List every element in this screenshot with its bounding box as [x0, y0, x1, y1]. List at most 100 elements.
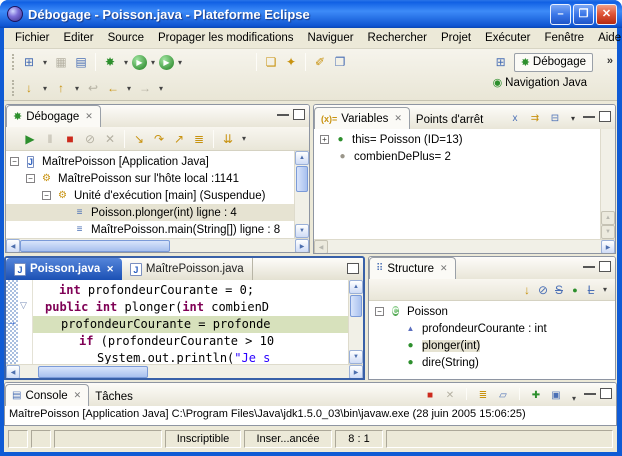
view-maximize-icon[interactable]: [293, 109, 305, 120]
console-output[interactable]: MaîtrePoisson [Application Java] C:\Prog…: [5, 406, 616, 425]
view-maximize-icon[interactable]: [599, 261, 611, 272]
tab-variables[interactable]: (x)= Variables ✕: [314, 107, 410, 129]
suspend-button[interactable]: ‖: [40, 129, 60, 149]
expander-icon[interactable]: −: [10, 157, 19, 166]
scroll-thumb[interactable]: [38, 366, 148, 378]
view-minimize-icon[interactable]: [277, 109, 289, 116]
editor-range-indicator[interactable]: →: [6, 280, 18, 364]
next-annotation-button[interactable]: ↓: [19, 78, 39, 98]
external-tools-button[interactable]: ▶: [159, 55, 174, 70]
code-line[interactable]: public int plonger(int combienD: [33, 299, 348, 316]
tree-row-class[interactable]: − C Poisson: [369, 303, 615, 320]
scroll-up-icon[interactable]: ▲: [601, 211, 615, 225]
close-icon[interactable]: ✕: [106, 264, 114, 275]
toolbar-grip[interactable]: [12, 80, 15, 96]
current-debug-line[interactable]: profondeurCourante = profonde: [33, 316, 348, 333]
scroll-down-icon[interactable]: ▼: [349, 350, 363, 364]
code-line[interactable]: if (profondeurCourante > 10: [33, 333, 348, 350]
debug-dropdown-icon[interactable]: ▾: [120, 52, 132, 72]
menu-executer[interactable]: Exécuter: [478, 30, 537, 46]
forward-dropdown-icon[interactable]: ▾: [155, 78, 167, 98]
close-icon[interactable]: ✕: [440, 263, 448, 274]
hide-local-types-button[interactable]: L: [583, 280, 599, 300]
open-perspective-button[interactable]: ⊞: [491, 52, 511, 72]
step-return-button[interactable]: ↗: [169, 129, 189, 149]
tree-row-launch[interactable]: − J MaîtrePoisson [Application Java]: [6, 153, 294, 170]
scroll-left-icon[interactable]: ◀: [6, 239, 20, 253]
view-minimize-icon[interactable]: [583, 111, 595, 118]
tab-console[interactable]: ▤ Console ✕: [5, 384, 89, 406]
remove-all-launches-button[interactable]: ✕: [442, 388, 458, 402]
variable-row-combiendeplus[interactable]: ● combienDePlus= 2: [314, 148, 600, 165]
scroll-up-icon[interactable]: ▲: [349, 280, 363, 294]
view-minimize-icon[interactable]: [583, 261, 595, 268]
perspective-java-nav-button[interactable]: ◉ Navigation Java: [487, 74, 593, 91]
scroll-right-icon[interactable]: ▶: [295, 239, 309, 253]
scroll-thumb[interactable]: [350, 295, 362, 317]
tree-row-stack-frame[interactable]: ≡ Poisson.plonger(int) ligne : 4: [6, 204, 294, 221]
expander-icon[interactable]: +: [320, 135, 329, 144]
open-task-button[interactable]: ❐: [330, 52, 350, 72]
close-button[interactable]: ✕: [596, 4, 617, 25]
drop-to-frame-button[interactable]: ⇊: [218, 129, 238, 149]
view-menu-icon[interactable]: ▾: [567, 111, 579, 125]
code-line[interactable]: int profondeurCourante = 0;: [33, 282, 348, 299]
mark-occurrences-button[interactable]: ✐: [310, 52, 330, 72]
scroll-lock-button[interactable]: ≣: [475, 388, 491, 402]
tree-row-method[interactable]: ● plonger(int): [369, 337, 615, 354]
editor-maximize-icon[interactable]: [347, 263, 359, 274]
run-button[interactable]: ▶: [132, 55, 147, 70]
step-filters-button[interactable]: ≣: [189, 129, 209, 149]
menu-editer[interactable]: Editer: [57, 30, 101, 46]
close-icon[interactable]: ✕: [85, 111, 93, 122]
close-icon[interactable]: ✕: [74, 390, 82, 401]
back-dropdown-icon[interactable]: ▾: [123, 78, 135, 98]
menu-naviguer[interactable]: Naviguer: [301, 30, 361, 46]
scroll-thumb[interactable]: [20, 240, 170, 252]
code-editor[interactable]: int profondeurCourante = 0; public int p…: [33, 280, 348, 364]
tree-row-stack-frame[interactable]: ≡ MaîtrePoisson.main(String[]) ligne : 8: [6, 221, 294, 238]
step-into-button[interactable]: ↘: [129, 129, 149, 149]
hide-fields-button[interactable]: ⊘: [535, 280, 551, 300]
tree-row-field[interactable]: ▲ profondeurCourante : int: [369, 320, 615, 337]
disconnect-button[interactable]: ⊘: [80, 129, 100, 149]
run-dropdown-icon[interactable]: ▾: [147, 52, 159, 72]
title-bar[interactable]: Débogage - Poisson.java - Plateforme Ecl…: [0, 0, 622, 28]
tree-row-thread[interactable]: − ⚙ Unité d'exécution [main] (Suspendue): [6, 187, 294, 204]
variable-row-this[interactable]: + ● this= Poisson (ID=13): [314, 131, 600, 148]
vertical-scrollbar[interactable]: ▲ ▼: [294, 151, 309, 238]
new-wizard-button[interactable]: ⊞: [19, 52, 39, 72]
editor-folding-gutter[interactable]: ▽: [18, 280, 33, 364]
menu-fenetre[interactable]: Fenêtre: [537, 30, 591, 46]
menu-source[interactable]: Source: [101, 30, 151, 46]
console-terminate-button[interactable]: ■: [422, 388, 438, 402]
tab-debug-view[interactable]: ✸ Débogage ✕: [6, 105, 101, 127]
show-type-names-button[interactable]: x: [507, 111, 523, 125]
open-type-button[interactable]: ❏: [261, 52, 281, 72]
tree-row-method[interactable]: ● dire(String): [369, 354, 615, 371]
tree-row-vm[interactable]: − ⚙ MaîtrePoisson sur l'hôte local :1141: [6, 170, 294, 187]
last-edit-location-button[interactable]: ↩: [83, 78, 103, 98]
view-minimize-icon[interactable]: [584, 388, 596, 395]
horizontal-scrollbar[interactable]: ◀ ▶: [314, 239, 615, 253]
tab-structure[interactable]: ⠿ Structure ✕: [369, 257, 456, 279]
debug-button[interactable]: ✸: [100, 52, 120, 72]
minimize-button[interactable]: –: [550, 4, 571, 25]
pin-console-button[interactable]: ✚: [528, 388, 544, 402]
scroll-left-icon[interactable]: ◀: [6, 365, 20, 379]
resume-button[interactable]: ▶: [20, 129, 40, 149]
fold-expanded-icon[interactable]: ▽: [20, 300, 27, 311]
print-button[interactable]: ▤: [71, 52, 91, 72]
expander-icon[interactable]: −: [26, 174, 35, 183]
scroll-left-icon[interactable]: ◀: [314, 240, 328, 254]
scroll-down-icon[interactable]: ▼: [295, 224, 309, 238]
previous-annotation-button[interactable]: ↑: [51, 78, 71, 98]
expander-icon[interactable]: −: [42, 191, 51, 200]
collapse-all-button[interactable]: ⊟: [547, 111, 563, 125]
tab-maitrepoisson-java[interactable]: J MaîtrePoisson.java: [122, 258, 253, 280]
menu-fichier[interactable]: Fichier: [8, 30, 57, 46]
perspective-debug-button[interactable]: ✸ Débogage: [514, 53, 593, 72]
sort-button[interactable]: ↓: [519, 280, 535, 300]
next-annotation-dropdown-icon[interactable]: ▾: [39, 78, 51, 98]
toolbar-grip[interactable]: [12, 54, 15, 70]
